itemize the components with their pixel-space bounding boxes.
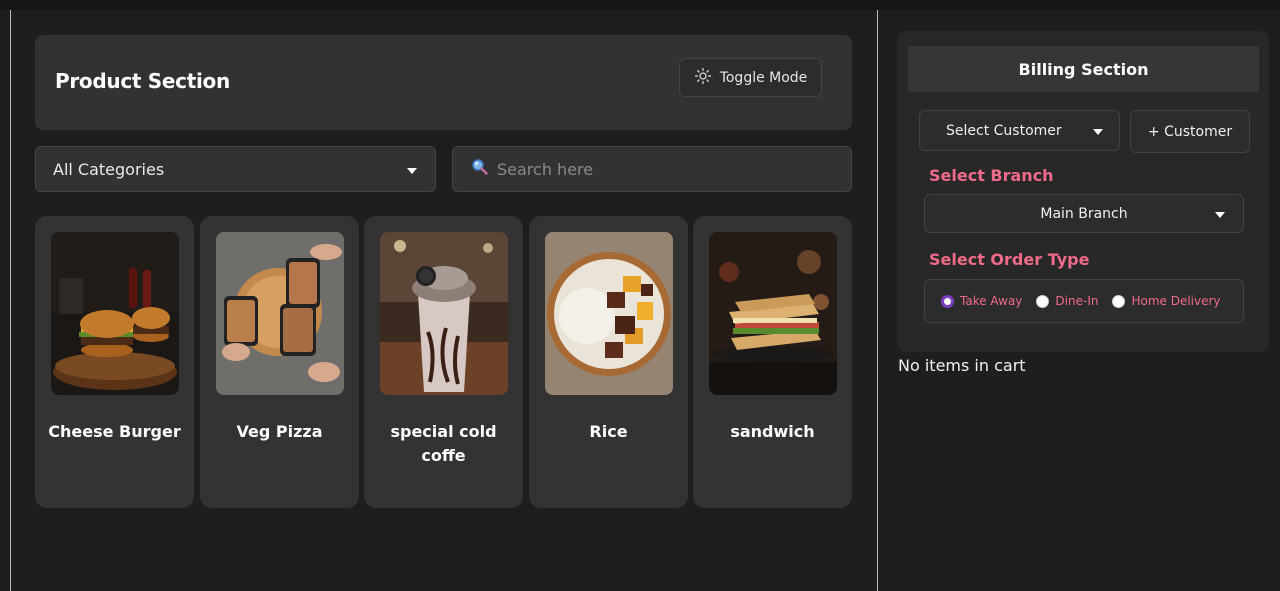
category-select[interactable]: All Categories xyxy=(35,146,436,192)
product-name: Veg Pizza xyxy=(236,422,323,441)
pizza-photo xyxy=(216,232,344,395)
add-customer-label: + Customer xyxy=(1147,123,1233,140)
product-name: Cheese Burger xyxy=(48,422,181,441)
order-type-home-delivery[interactable]: Home Delivery xyxy=(1112,294,1221,308)
radio-button[interactable] xyxy=(1036,294,1050,308)
billing-panel: Billing Section Select Customer + Custom… xyxy=(897,31,1269,352)
burger-photo xyxy=(51,232,179,395)
billing-section-title: Billing Section xyxy=(908,46,1259,92)
chevron-down-icon xyxy=(407,168,417,174)
branch-select[interactable]: Main Branch xyxy=(924,194,1244,233)
order-type-take-away[interactable]: Take Away xyxy=(941,294,1022,308)
magnifier-icon xyxy=(471,158,489,180)
window-top-bar xyxy=(0,0,1280,10)
product-card[interactable]: sandwich xyxy=(693,216,852,508)
product-section-title: Product Section xyxy=(55,69,230,93)
radio-button[interactable] xyxy=(1112,294,1126,308)
branch-select-value: Main Branch xyxy=(1040,205,1128,222)
product-card[interactable]: special cold coffe xyxy=(364,216,523,508)
order-type-dine-in[interactable]: Dine-In xyxy=(1036,294,1098,308)
toggle-mode-label: Toggle Mode xyxy=(719,69,808,86)
panel-divider xyxy=(877,10,878,591)
sun-icon xyxy=(694,67,712,89)
add-customer-button[interactable]: + Customer xyxy=(1130,110,1250,153)
chevron-down-icon xyxy=(1215,212,1225,218)
product-card[interactable]: Rice xyxy=(529,216,688,508)
product-name: Rice xyxy=(589,422,628,441)
radio-button[interactable] xyxy=(941,294,954,308)
product-card[interactable]: Cheese Burger xyxy=(35,216,194,508)
search-box[interactable] xyxy=(452,146,852,192)
order-type-label: Take Away xyxy=(960,294,1023,308)
order-type-label: Dine-In xyxy=(1055,294,1099,308)
select-branch-label: Select Branch xyxy=(929,166,1054,185)
left-divider xyxy=(10,10,11,591)
search-input[interactable] xyxy=(497,159,817,179)
select-customer-dropdown[interactable]: Select Customer xyxy=(919,110,1120,151)
select-order-type-label: Select Order Type xyxy=(929,250,1090,269)
cold-coffee-photo xyxy=(380,232,508,395)
select-customer-label: Select Customer xyxy=(946,122,1062,139)
product-name: sandwich xyxy=(730,422,815,441)
order-type-group: Take Away Dine-In Home Delivery xyxy=(924,279,1244,323)
product-section-header: Product Section Toggle Mode xyxy=(35,35,852,130)
product-name: special cold coffe xyxy=(390,422,497,465)
category-select-value: All Categories xyxy=(53,159,165,179)
product-card[interactable]: Veg Pizza xyxy=(200,216,359,508)
cart-empty-message: No items in cart xyxy=(898,356,1026,375)
sandwich-photo xyxy=(709,232,837,395)
order-type-label: Home Delivery xyxy=(1131,294,1221,308)
rice-bowl-photo xyxy=(545,232,673,395)
toggle-mode-button[interactable]: Toggle Mode xyxy=(679,58,822,97)
chevron-down-icon xyxy=(1093,129,1103,135)
